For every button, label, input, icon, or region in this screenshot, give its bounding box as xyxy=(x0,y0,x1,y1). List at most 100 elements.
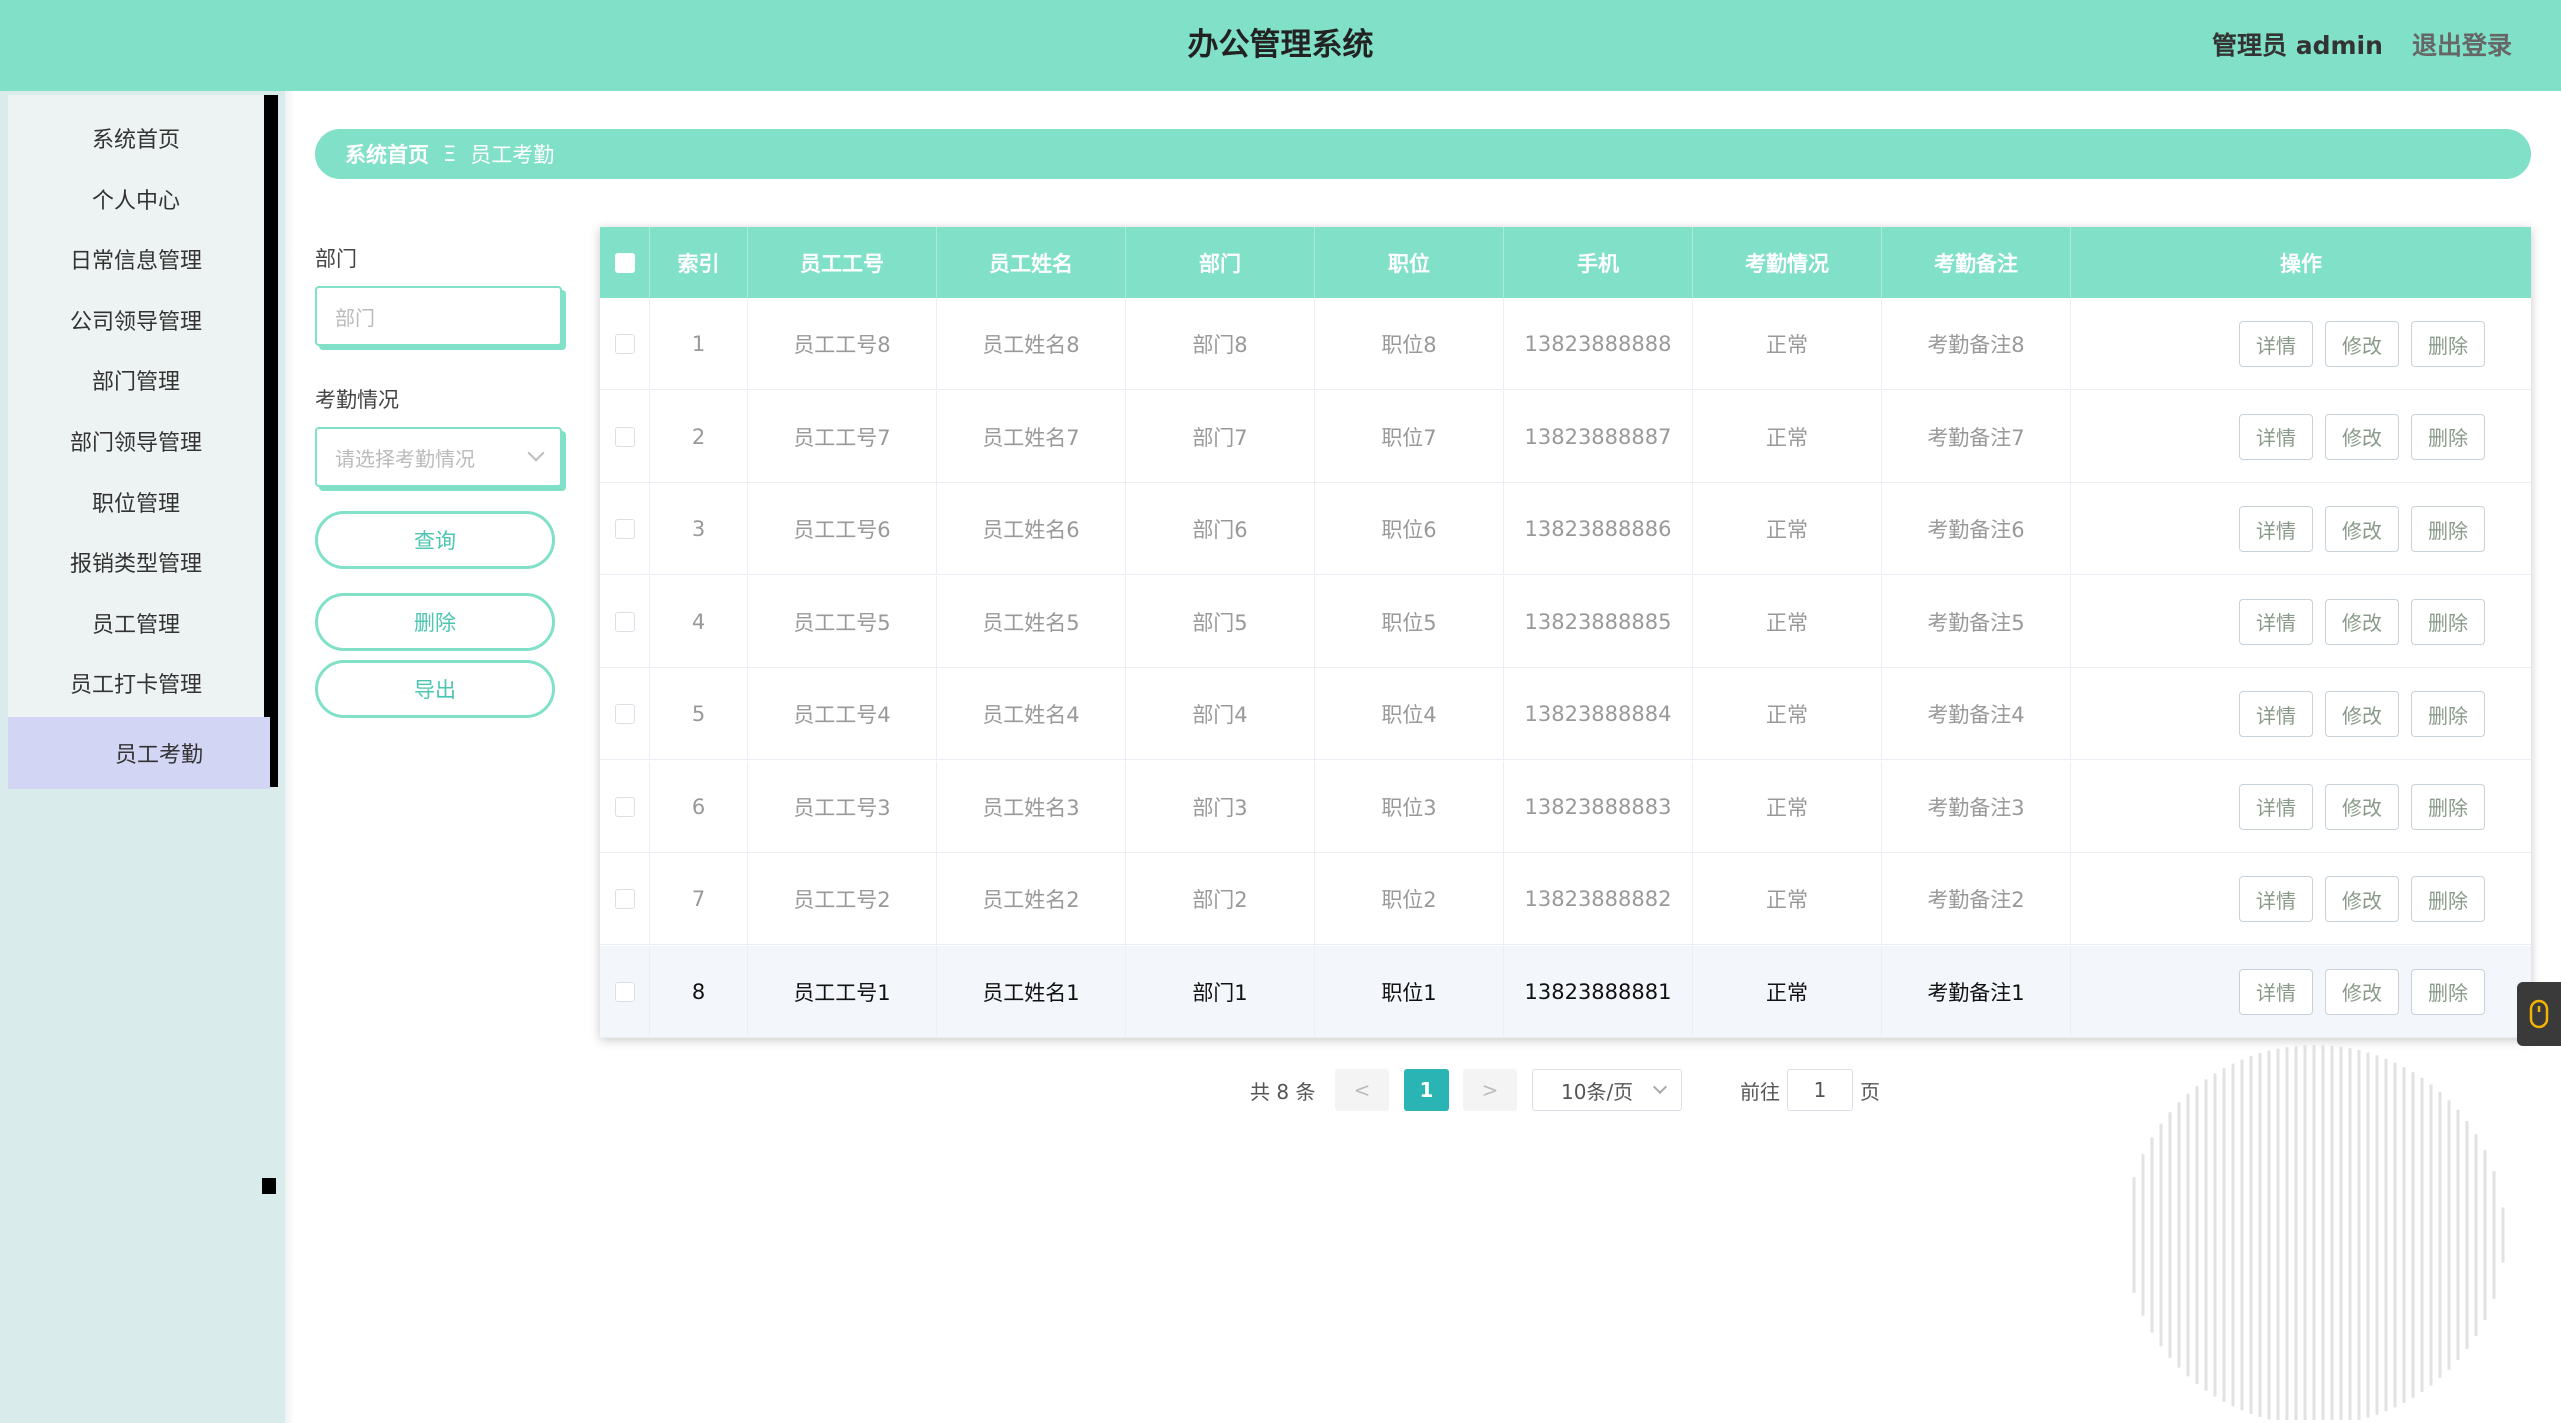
cell-name: 员工姓名1 xyxy=(937,945,1126,1038)
row-select-cell[interactable] xyxy=(600,945,650,1038)
goto-page-input[interactable]: 1 xyxy=(1787,1069,1853,1111)
delete-button[interactable]: 删除 xyxy=(2411,413,2485,460)
row-checkbox[interactable] xyxy=(614,426,635,447)
cell-name: 员工姓名7 xyxy=(937,390,1126,483)
page-size-value: 10条/页 xyxy=(1561,1079,1634,1104)
table-row[interactable]: 1 员工工号8 员工姓名8 部门8 职位8 13823888888 正常 考勤备注8 详情 修改删… xyxy=(600,298,2531,390)
side-tool-button[interactable] xyxy=(2517,982,2561,1046)
edit-button[interactable]: 修改 xyxy=(2325,321,2399,367)
cell-status: 正常 xyxy=(1693,575,1882,668)
delete-selected-button[interactable]: 删除 xyxy=(315,593,555,651)
cell-remark: 考勤备注2 xyxy=(1882,853,2071,945)
attendance-filter-select[interactable]: 请选择考勤情况 xyxy=(315,427,562,487)
row-select-cell[interactable] xyxy=(600,575,650,668)
row-select-cell[interactable] xyxy=(600,483,650,575)
row-select-cell[interactable] xyxy=(600,390,650,483)
cell-position: 职位5 xyxy=(1315,575,1504,668)
row-select-cell[interactable] xyxy=(600,298,650,390)
row-select-cell[interactable] xyxy=(600,760,650,853)
next-page-button[interactable]: > xyxy=(1463,1069,1517,1111)
export-button[interactable]: 导出 xyxy=(315,660,555,718)
page-size-select[interactable]: 10条/页 xyxy=(1532,1069,1682,1111)
sidebar-shadow xyxy=(285,91,295,1423)
cell-emp-no: 员工工号8 xyxy=(748,298,937,390)
row-checkbox[interactable] xyxy=(614,519,635,539)
column-header-remark: 考勤备注 xyxy=(1882,227,2071,298)
column-header-select[interactable] xyxy=(600,227,650,298)
table-row[interactable]: 7 员工工号2 员工姓名2 部门2 职位2 13823888882 正常 考勤备注2 详情 修改删… xyxy=(600,853,2531,945)
delete-button[interactable]: 删除 xyxy=(2411,783,2485,830)
cell-emp-no: 员工工号6 xyxy=(748,483,937,575)
delete-button[interactable]: 删除 xyxy=(2411,321,2485,367)
breadcrumb-home[interactable]: 系统首页 xyxy=(345,139,429,169)
column-header-name: 员工姓名 xyxy=(937,227,1126,298)
cell-index: 5 xyxy=(650,668,748,760)
query-button[interactable]: 查询 xyxy=(315,511,555,569)
cell-name: 员工姓名4 xyxy=(937,668,1126,760)
row-checkbox[interactable] xyxy=(614,981,635,1002)
page-suffix: 页 xyxy=(1860,1079,1880,1104)
edit-button[interactable]: 修改 xyxy=(2325,691,2399,737)
delete-button[interactable]: 删除 xyxy=(2411,506,2485,552)
cell-index: 1 xyxy=(650,298,748,390)
select-all-checkbox[interactable] xyxy=(614,252,635,273)
cell-index: 2 xyxy=(650,390,748,483)
column-header-position: 职位 xyxy=(1315,227,1504,298)
cell-position: 职位7 xyxy=(1315,390,1504,483)
detail-button[interactable]: 详情 xyxy=(2239,413,2313,460)
edit-button[interactable]: 修改 xyxy=(2325,598,2399,645)
table-row[interactable]: 8 员工工号1 员工姓名1 部门1 职位1 13823888881 正常 考勤备注1 详情 修改删… xyxy=(600,945,2531,1038)
detail-button[interactable]: 详情 xyxy=(2239,876,2313,922)
dept-filter-input[interactable]: 部门 xyxy=(315,286,562,346)
row-select-cell[interactable] xyxy=(600,668,650,760)
cell-remark: 考勤备注5 xyxy=(1882,575,2071,668)
breadcrumb: 系统首页 Ξ 员工考勤 xyxy=(315,129,2531,179)
cell-remark: 考勤备注6 xyxy=(1882,483,2071,575)
row-checkbox[interactable] xyxy=(614,334,635,354)
cell-remark: 考勤备注3 xyxy=(1882,760,2071,853)
cell-remark: 考勤备注1 xyxy=(1882,945,2071,1038)
cell-emp-no: 员工工号1 xyxy=(748,945,937,1038)
edit-button[interactable]: 修改 xyxy=(2325,506,2399,552)
edit-button[interactable]: 修改 xyxy=(2325,413,2399,460)
detail-button[interactable]: 详情 xyxy=(2239,321,2313,367)
edit-button[interactable]: 修改 xyxy=(2325,968,2399,1015)
cell-name: 员工姓名5 xyxy=(937,575,1126,668)
detail-button[interactable]: 详情 xyxy=(2239,691,2313,737)
breadcrumb-current: 员工考勤 xyxy=(470,143,555,167)
row-checkbox[interactable] xyxy=(614,796,635,817)
chevron-down-icon xyxy=(527,444,545,462)
sidebar-item-12[interactable]: 员工考勤 xyxy=(8,717,270,789)
detail-button[interactable]: 详情 xyxy=(2239,783,2313,830)
row-checkbox[interactable] xyxy=(614,704,635,724)
table-row[interactable]: 6 员工工号3 员工姓名3 部门3 职位3 13823888883 正常 考勤备注3 详情 修改删… xyxy=(600,760,2531,853)
cell-phone: 13823888886 xyxy=(1504,483,1693,575)
edit-button[interactable]: 修改 xyxy=(2325,876,2399,922)
prev-page-button[interactable]: < xyxy=(1335,1069,1389,1111)
delete-button[interactable]: 删除 xyxy=(2411,691,2485,737)
attendance-filter-placeholder: 请选择考勤情况 xyxy=(335,446,475,471)
row-checkbox[interactable] xyxy=(614,889,635,909)
delete-button[interactable]: 删除 xyxy=(2411,598,2485,645)
goto-label: 前往 xyxy=(1740,1079,1780,1104)
table-row[interactable]: 5 员工工号4 员工姓名4 部门4 职位4 13823888884 正常 考勤备注4 详情 修改删… xyxy=(600,668,2531,760)
page-1-button[interactable]: 1 xyxy=(1404,1069,1449,1111)
delete-button[interactable]: 删除 xyxy=(2411,876,2485,922)
detail-button[interactable]: 详情 xyxy=(2239,506,2313,552)
table-row[interactable]: 2 员工工号7 员工姓名7 部门7 职位7 13823888887 正常 考勤备注7 详情 修改删… xyxy=(600,390,2531,483)
edit-button[interactable]: 修改 xyxy=(2325,783,2399,830)
delete-button[interactable]: 删除 xyxy=(2411,968,2485,1015)
table-row[interactable]: 4 员工工号5 员工姓名5 部门5 职位5 13823888885 正常 考勤备注5 详情 修改删… xyxy=(600,575,2531,668)
cell-dept: 部门2 xyxy=(1126,853,1315,945)
cell-name: 员工姓名2 xyxy=(937,853,1126,945)
detail-button[interactable]: 详情 xyxy=(2239,598,2313,645)
cell-remark: 考勤备注4 xyxy=(1882,668,2071,760)
detail-button[interactable]: 详情 xyxy=(2239,968,2313,1015)
logout-link[interactable]: 退出登录 xyxy=(2412,0,2512,91)
cell-dept: 部门4 xyxy=(1126,668,1315,760)
cell-index: 8 xyxy=(650,945,748,1038)
row-checkbox[interactable] xyxy=(614,611,635,632)
table-row[interactable]: 3 员工工号6 员工姓名6 部门6 职位6 13823888886 正常 考勤备注6 详情 修改删… xyxy=(600,483,2531,575)
row-select-cell[interactable] xyxy=(600,853,650,945)
column-header-actions: 操作 xyxy=(2280,251,2322,276)
